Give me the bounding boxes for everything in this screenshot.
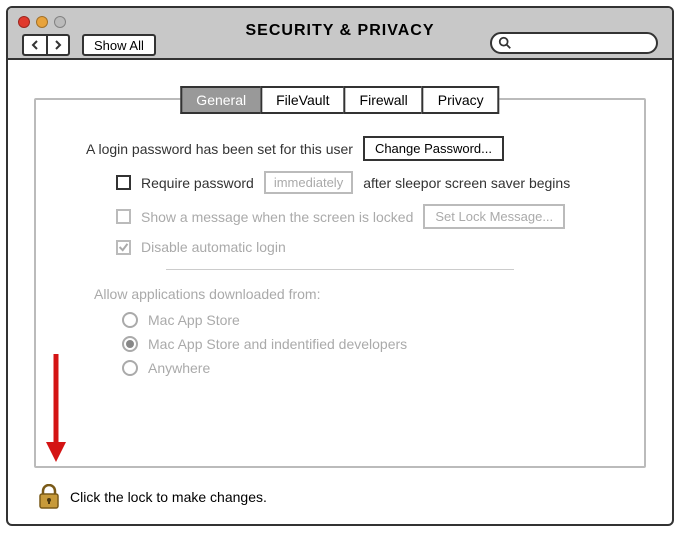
login-password-row: A login password has been set for this u…: [86, 136, 594, 161]
forward-button[interactable]: [46, 34, 70, 56]
set-lock-message-button[interactable]: Set Lock Message...: [423, 204, 565, 229]
show-message-checkbox[interactable]: [116, 209, 131, 224]
search-field[interactable]: [490, 32, 658, 54]
divider: [166, 269, 514, 270]
disable-auto-login-label: Disable automatic login: [141, 239, 286, 255]
disable-auto-login-row: Disable automatic login: [116, 239, 594, 255]
radio-icon: [122, 336, 138, 352]
radio-mac-app-store[interactable]: Mac App Store: [122, 312, 594, 328]
back-button[interactable]: [22, 34, 46, 56]
search-icon: [498, 36, 512, 50]
lock-hint-text: Click the lock to make changes.: [70, 489, 267, 505]
tab-bar: General FileVault Firewall Privacy: [180, 86, 499, 114]
titlebar: Show All SECURITY & PRIVACY: [8, 8, 672, 60]
radio-label: Mac App Store and indentified developers: [148, 336, 407, 352]
require-password-row: Require password immediately after sleep…: [116, 171, 594, 194]
lock-row: Click the lock to make changes.: [38, 484, 267, 510]
radio-icon: [122, 360, 138, 376]
settings-panel: General FileVault Firewall Privacy A log…: [34, 98, 646, 468]
require-password-suffix: after sleepor screen saver begins: [363, 175, 570, 191]
content-area: General FileVault Firewall Privacy A log…: [8, 60, 672, 524]
require-password-label: Require password: [141, 175, 254, 191]
allow-downloads-label: Allow applications downloaded from:: [94, 286, 594, 302]
show-message-label: Show a message when the screen is locked: [141, 209, 413, 225]
radio-icon: [122, 312, 138, 328]
radio-label: Mac App Store: [148, 312, 240, 328]
chevron-right-icon: [53, 40, 63, 50]
disable-auto-login-checkbox[interactable]: [116, 240, 131, 255]
window-controls: [18, 16, 66, 28]
tab-filevault[interactable]: FileVault: [260, 86, 343, 114]
minimize-window-icon[interactable]: [36, 16, 48, 28]
radio-label: Anywhere: [148, 360, 210, 376]
tab-privacy[interactable]: Privacy: [422, 86, 500, 114]
close-window-icon[interactable]: [18, 16, 30, 28]
nav-buttons: [22, 34, 70, 56]
tab-firewall[interactable]: Firewall: [344, 86, 422, 114]
tab-general[interactable]: General: [180, 86, 260, 114]
checkmark-icon: [118, 240, 129, 254]
chevron-left-icon: [30, 40, 40, 50]
search-input[interactable]: [516, 36, 650, 50]
radio-identified-developers[interactable]: Mac App Store and indentified developers: [122, 336, 594, 352]
change-password-button[interactable]: Change Password...: [363, 136, 504, 161]
allow-downloads-radio-group: Mac App Store Mac App Store and indentif…: [122, 312, 594, 376]
show-message-row: Show a message when the screen is locked…: [116, 204, 594, 229]
show-all-button[interactable]: Show All: [82, 34, 156, 56]
zoom-window-icon[interactable]: [54, 16, 66, 28]
lock-icon[interactable]: [38, 484, 60, 510]
require-password-checkbox[interactable]: [116, 175, 131, 190]
require-password-delay-dropdown[interactable]: immediately: [264, 171, 353, 194]
radio-anywhere[interactable]: Anywhere: [122, 360, 594, 376]
login-password-text: A login password has been set for this u…: [86, 141, 353, 157]
preferences-window: Show All SECURITY & PRIVACY General File…: [6, 6, 674, 526]
